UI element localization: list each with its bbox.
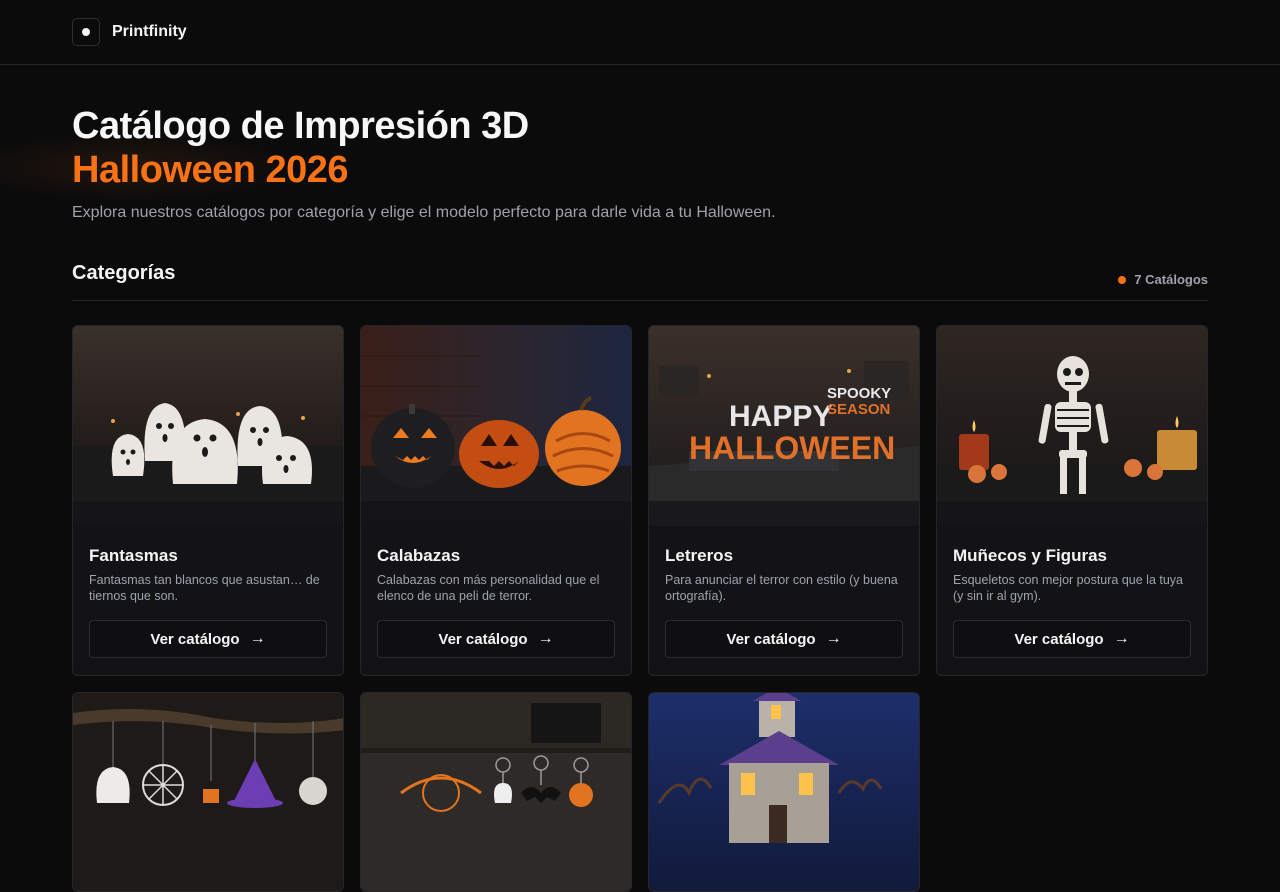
top-navbar: Printfinity (0, 0, 1280, 65)
brand-logo-icon (72, 18, 100, 46)
category-card-fantasmas[interactable]: Fantasmas Fantasmas tan blancos que asus… (72, 325, 344, 676)
view-catalog-button[interactable]: Ver catálogo → (953, 620, 1191, 658)
card-image-ghosts (73, 326, 343, 526)
category-card-houses[interactable] (648, 692, 920, 892)
category-card-ornaments[interactable] (72, 692, 344, 892)
card-image-pumpkins (361, 326, 631, 526)
page-title: Catálogo de Impresión 3D (72, 105, 529, 147)
card-image-signs: HAPPY HALLOWEEN SPOOKY SEASON (649, 326, 919, 526)
card-title: Muñecos y Figuras (953, 546, 1107, 565)
page-subtitle: Explora nuestros catálogos por categoría… (72, 204, 776, 221)
brand[interactable]: Printfinity (72, 18, 187, 46)
card-title: Letreros (665, 546, 734, 565)
card-description: Esqueletos con mejor postura que la tuya… (953, 573, 1183, 603)
category-card-calabazas[interactable]: Calabazas Calabazas con más personalidad… (360, 325, 632, 676)
arrow-right-icon: → (825, 630, 842, 647)
card-image-keychains (361, 693, 631, 891)
sign-season-text: SEASON (827, 401, 890, 418)
brand-name: Printfinity (112, 23, 187, 40)
arrow-right-icon: → (1113, 630, 1130, 647)
sign-happy-text: HAPPY (729, 400, 832, 433)
catalog-count-label: 7 Catálogos (1134, 272, 1208, 287)
category-card-munecos[interactable]: Muñecos y Figuras Esqueletos con mejor p… (936, 325, 1208, 676)
section-title: Categorías (72, 262, 176, 284)
hero: Catálogo de Impresión 3D Halloween 2026 … (72, 104, 1208, 222)
category-grid: Fantasmas Fantasmas tan blancos que asus… (72, 325, 1208, 892)
view-catalog-button[interactable]: Ver catálogo → (377, 620, 615, 658)
category-card-letreros[interactable]: HAPPY HALLOWEEN SPOOKY SEASON Letreros P… (648, 325, 920, 676)
card-description: Calabazas con más personalidad que el el… (377, 573, 600, 603)
card-image-hanging-ornaments (73, 693, 343, 891)
arrow-right-icon: → (537, 630, 554, 647)
view-catalog-label: Ver catálogo (726, 630, 816, 648)
card-image-skeleton (937, 326, 1207, 526)
arrow-right-icon: → (249, 630, 266, 647)
card-title: Calabazas (377, 546, 461, 565)
categories-header: Categorías 7 Catálogos (72, 262, 1208, 301)
view-catalog-button[interactable]: Ver catálogo → (89, 620, 327, 658)
card-title: Fantasmas (89, 546, 178, 565)
card-description: Para anunciar el terror con estilo (y bu… (665, 573, 898, 603)
view-catalog-button[interactable]: Ver catálogo → (665, 620, 903, 658)
card-description: Fantasmas tan blancos que asustan… de ti… (89, 573, 320, 603)
card-image-haunted-house (649, 693, 919, 891)
sign-spooky-text: SPOOKY (827, 385, 891, 402)
catalog-count: 7 Catálogos (1118, 272, 1208, 287)
view-catalog-label: Ver catálogo (1014, 630, 1104, 648)
count-dot-icon (1118, 275, 1127, 284)
view-catalog-label: Ver catálogo (438, 630, 528, 648)
view-catalog-label: Ver catálogo (150, 630, 240, 648)
sign-halloween-text: HALLOWEEN (689, 430, 895, 466)
page-title-accent: Halloween 2026 (72, 149, 349, 191)
category-card-keychains[interactable] (360, 692, 632, 892)
